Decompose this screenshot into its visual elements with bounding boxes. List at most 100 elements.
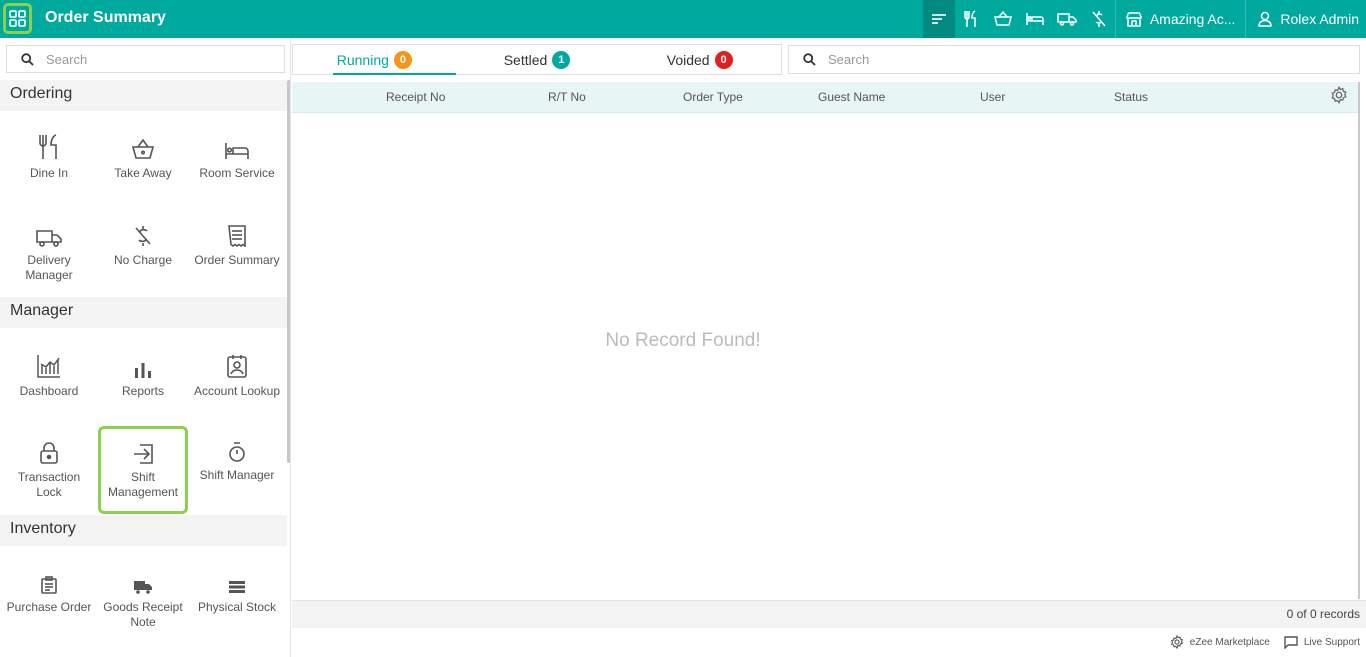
receipt-icon [228, 225, 246, 247]
tile-label: Order Summary [194, 253, 280, 267]
count-badge: 0 [714, 50, 733, 69]
tile-goods-receipt-note[interactable]: Goods Receipt Note [98, 568, 188, 630]
sidebar-scrollbar[interactable] [287, 80, 290, 463]
tab-label: Settled [503, 51, 548, 68]
support-label: Live Support [1303, 636, 1360, 648]
records-count: 0 of 0 records [1286, 607, 1360, 621]
column-guest-name[interactable]: Guest Name [818, 90, 885, 104]
count-badge: 0 [393, 50, 412, 69]
bed-icon [225, 143, 249, 159]
page-title: Order Summary [45, 9, 166, 26]
table-scrollbar[interactable] [1358, 82, 1360, 599]
chat-icon [1284, 635, 1298, 649]
apps-grid-button[interactable] [3, 3, 32, 34]
tile-take-away[interactable]: Take Away [98, 134, 188, 181]
tile-reports[interactable]: Reports [98, 352, 188, 399]
outlet-name: Amazing Ac... [1149, 11, 1236, 27]
tile-purchase-order[interactable]: Purchase Order [4, 568, 94, 615]
gear-icon [1170, 635, 1183, 649]
bar-chart-icon [135, 363, 151, 378]
sort-lines-icon [931, 14, 946, 24]
top-bar: Order Summary Amazing Ac... Rolex Admin [0, 0, 1366, 38]
empty-state-message: No Record Found! [605, 330, 761, 351]
orders-search-input[interactable] [828, 52, 1328, 67]
tile-label: Purchase Order [6, 600, 92, 614]
column-order-type[interactable]: Order Type [683, 90, 743, 104]
no-charge-nav-button[interactable] [1083, 0, 1115, 38]
order-summary-nav-button[interactable] [922, 0, 955, 38]
lock-icon [40, 442, 58, 464]
tile-label: Room Service [199, 166, 275, 180]
stack-list-icon [229, 581, 245, 593]
login-arrow-icon [134, 444, 153, 464]
bed-icon [1026, 13, 1044, 25]
search-icon [21, 52, 34, 66]
room-service-nav-button[interactable] [1019, 0, 1051, 38]
tile-label: Take Away [114, 166, 172, 180]
tile-label: Dashboard [19, 384, 79, 398]
truck-icon [134, 581, 152, 594]
tab-running[interactable]: Running 0 [293, 45, 456, 75]
truck-icon [1057, 13, 1077, 26]
tab-settled[interactable]: Settled 1 [456, 45, 619, 74]
tile-transaction-lock[interactable]: Transaction Lock [4, 438, 94, 500]
tile-no-charge[interactable]: No Charge [98, 221, 188, 268]
tile-dine-in[interactable]: Dine In [4, 134, 94, 181]
search-icon [803, 53, 816, 66]
tile-delivery-manager[interactable]: Delivery Manager [4, 221, 94, 283]
no-money-icon [135, 226, 151, 246]
orders-search [788, 45, 1360, 74]
tile-label: Shift Manager [199, 468, 275, 482]
tile-physical-stock[interactable]: Physical Stock [192, 568, 282, 615]
user-icon [1258, 11, 1273, 27]
marketplace-link[interactable]: eZee Marketplace [1170, 635, 1270, 649]
live-support-link[interactable]: Live Support [1284, 635, 1360, 649]
section-inventory: Inventory [0, 515, 287, 546]
fork-knife-icon [964, 10, 976, 27]
bottom-links: eZee Marketplace Live Support [1162, 635, 1360, 649]
tile-order-summary[interactable]: Order Summary [192, 221, 282, 268]
contact-card-icon [227, 355, 247, 378]
gear-icon[interactable] [1330, 86, 1348, 104]
user-menu[interactable]: Rolex Admin [1246, 0, 1366, 38]
basket-icon [131, 138, 155, 159]
stopwatch-icon [229, 442, 245, 462]
tile-shift-management[interactable]: Shift Management [98, 426, 188, 514]
tile-dashboard[interactable]: Dashboard [4, 352, 94, 399]
tile-label: Transaction Lock [17, 470, 81, 499]
column-rt-no[interactable]: R/T No [548, 90, 586, 104]
tile-label: Delivery Manager [25, 253, 73, 282]
clipboard-icon [41, 576, 57, 594]
section-ordering: Ordering [0, 80, 287, 111]
fork-knife-icon [39, 134, 57, 159]
outlet-selector[interactable]: Amazing Ac... [1116, 0, 1246, 38]
tile-label: Physical Stock [197, 600, 277, 614]
column-status[interactable]: Status [1114, 90, 1148, 104]
store-icon [1126, 11, 1142, 27]
column-receipt-no[interactable]: Receipt No [386, 90, 445, 104]
delivery-nav-button[interactable] [1051, 0, 1083, 38]
tile-label: Account Lookup [193, 384, 281, 398]
tile-label: Shift Management [107, 470, 179, 499]
take-away-nav-button[interactable] [987, 0, 1019, 38]
tile-account-lookup[interactable]: Account Lookup [192, 352, 282, 399]
section-manager: Manager [0, 297, 287, 328]
no-money-icon [1092, 11, 1106, 27]
tile-shift-manager[interactable]: Shift Manager [192, 436, 282, 483]
tab-label: Running [336, 51, 389, 68]
top-toolbar: Amazing Ac... Rolex Admin [922, 0, 1366, 38]
apps-sidebar: Ordering Dine In Take Away Room Service … [0, 38, 291, 657]
table-footer: 0 of 0 records [292, 600, 1366, 628]
tile-room-service[interactable]: Room Service [192, 134, 282, 181]
column-user[interactable]: User [980, 90, 1005, 104]
count-badge: 1 [552, 50, 571, 69]
tile-label: Reports [121, 384, 165, 398]
marketplace-label: eZee Marketplace [1189, 636, 1270, 648]
table-header: Receipt No R/T No Order Type Guest Name … [292, 82, 1358, 113]
tab-label: Voided [666, 51, 710, 68]
chart-icon [37, 355, 60, 378]
tab-voided[interactable]: Voided 0 [618, 45, 781, 74]
tile-label: Goods Receipt Note [103, 600, 183, 629]
sidebar-search-input[interactable] [46, 51, 266, 67]
dine-in-nav-button[interactable] [955, 0, 987, 38]
